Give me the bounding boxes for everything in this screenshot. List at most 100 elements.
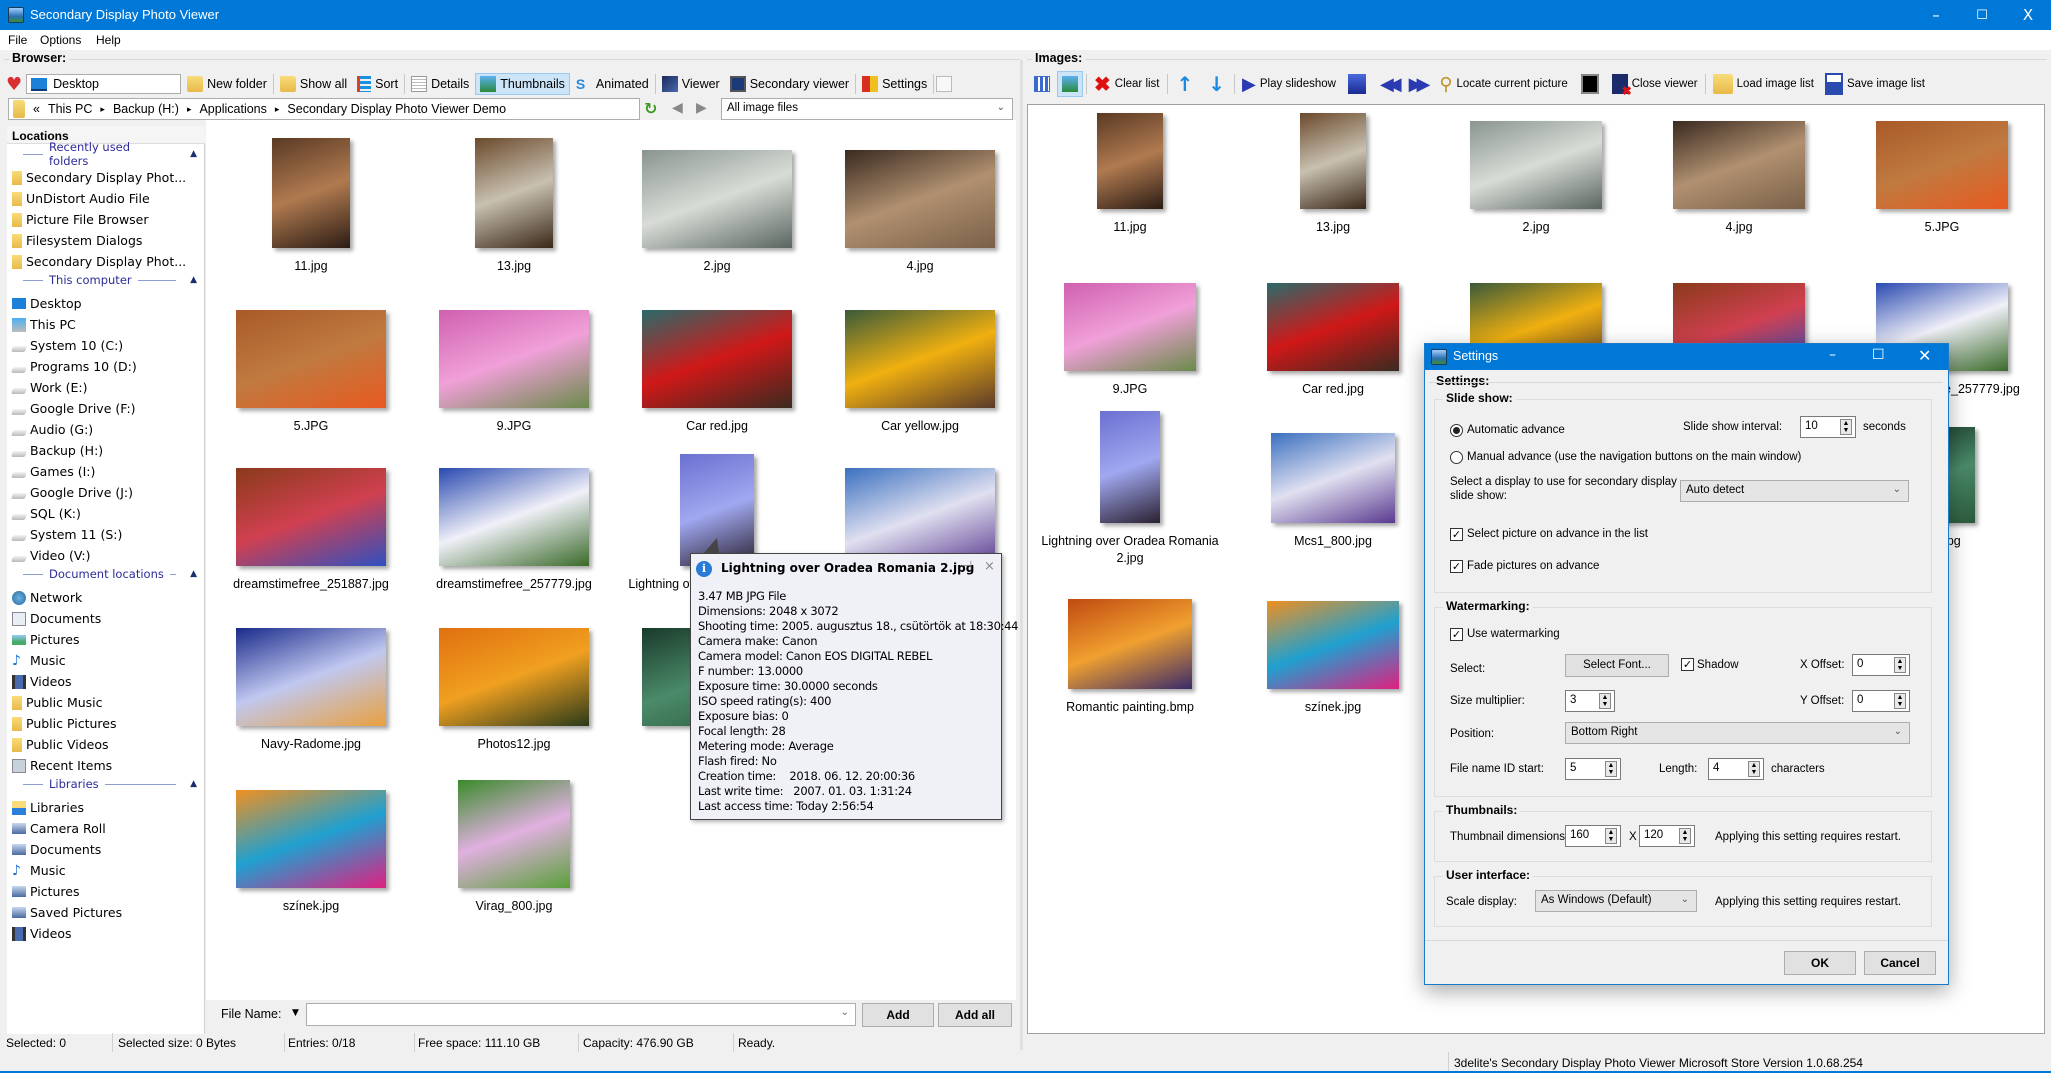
back-arrow-icon[interactable]: ◀ (672, 100, 683, 116)
location-item[interactable]: Public Pictures (12, 713, 116, 734)
thumbnail-image[interactable] (845, 150, 995, 248)
thumbnail-image[interactable] (1267, 283, 1399, 371)
thumbnail-image[interactable] (1876, 121, 2008, 209)
close-viewer-button[interactable]: ✖ Close viewer (1608, 73, 1702, 98)
location-item[interactable]: This PC (12, 314, 76, 335)
locations-section-header[interactable]: Libraries ▲ (17, 776, 197, 792)
details-button[interactable]: Details (407, 73, 473, 95)
location-item[interactable]: Secondary Display Phot... (12, 167, 186, 188)
thumbnail-item[interactable]: Navy-Radome.jpg (211, 608, 411, 753)
minimize-button[interactable]: – (1913, 0, 1959, 30)
thumbnail-image[interactable] (236, 310, 386, 408)
use-watermarking-checkbox[interactable]: ✓ (1450, 628, 1463, 641)
extra-tool-icon[interactable] (936, 76, 953, 92)
move-down-arrow-icon[interactable]: ↓ (1208, 72, 1225, 96)
breadcrumb-separator[interactable]: ▸ (275, 104, 280, 115)
thumbnail-item[interactable]: színek.jpg (211, 770, 411, 915)
location-item[interactable]: Google Drive (J:) (10, 482, 133, 503)
breadcrumb-separator[interactable]: ▸ (100, 104, 105, 115)
favorites-heart-icon[interactable]: ♥ (6, 74, 22, 95)
scale-display-select[interactable]: As Windows (Default) ⌄ (1535, 890, 1697, 912)
locations-section-header[interactable]: This computer ▲ (17, 272, 197, 288)
thumbnail-image[interactable] (236, 790, 386, 888)
file-filter-select[interactable]: All image files ⌄ (721, 98, 1013, 120)
settings-maximize-button[interactable]: ☐ (1872, 347, 1885, 363)
next-icon[interactable]: ▶▶ (1409, 74, 1431, 95)
spin-arrows-icon[interactable]: ▲ ▼ (1605, 761, 1617, 777)
thumbnail-image[interactable] (1271, 433, 1395, 523)
thumbnails-button[interactable]: Thumbnails (475, 73, 570, 95)
thumbnail-image[interactable] (1064, 283, 1196, 371)
location-item[interactable]: Documents (12, 608, 101, 629)
location-item[interactable]: Backup (H:) (10, 440, 103, 461)
add-all-button[interactable]: Add all (938, 1003, 1012, 1027)
thumbnail-image[interactable] (439, 310, 589, 408)
manual-advance-radio[interactable] (1450, 451, 1463, 464)
file-name-input[interactable]: ⌄ (306, 1003, 856, 1026)
settings-button[interactable]: Settings (858, 73, 931, 95)
thumbnail-image[interactable] (458, 780, 570, 888)
sort-button[interactable]: Sort (353, 73, 402, 95)
breadcrumb-current-folder[interactable]: Secondary Display Photo Viewer Demo (287, 102, 506, 116)
location-item[interactable]: Documents (12, 839, 101, 860)
settings-close-button[interactable]: ✕ (1918, 346, 1931, 365)
thumbnail-item[interactable]: 13.jpg (1233, 113, 1433, 236)
chevron-up-icon[interactable]: ▲ (190, 779, 197, 789)
save-image-list-button[interactable]: Save image list (1821, 73, 1929, 95)
thumbnail-item[interactable]: Photos12.jpg (414, 608, 614, 753)
thumbnail-item[interactable]: 11.jpg (211, 130, 411, 275)
location-item[interactable]: Public Videos (12, 734, 109, 755)
thumbnail-image[interactable] (845, 310, 995, 408)
location-item[interactable]: Audio (G:) (10, 419, 93, 440)
viewer-button[interactable]: Viewer (658, 73, 724, 95)
locations-section-header[interactable]: Recently used folders ▲ (17, 140, 197, 168)
location-item[interactable]: Camera Roll (12, 818, 106, 839)
thumbnail-image[interactable] (642, 310, 792, 408)
location-item[interactable]: Programs 10 (D:) (10, 356, 137, 377)
length-spinner[interactable]: 4 ▲ ▼ (1708, 758, 1764, 780)
chevron-up-icon[interactable]: ▲ (190, 569, 197, 579)
secondary-viewer-button[interactable]: Secondary viewer (726, 73, 853, 95)
thumbnail-image[interactable] (236, 628, 386, 726)
location-item[interactable]: Libraries (12, 797, 84, 818)
locate-current-picture-button[interactable]: ⚲ Locate current picture (1435, 73, 1571, 95)
location-item[interactable]: Saved Pictures (12, 902, 122, 923)
thumbnail-item[interactable]: 13.jpg (414, 130, 614, 275)
thumbnail-image[interactable] (1300, 113, 1366, 209)
location-item[interactable]: Recent Items (12, 755, 112, 776)
thumbnail-item[interactable]: Car red.jpg (1233, 275, 1433, 398)
breadcrumb-overflow[interactable]: « (33, 102, 40, 116)
thumbnail-image[interactable] (272, 138, 350, 248)
settings-minimize-button[interactable]: – (1829, 347, 1836, 363)
spin-arrows-icon[interactable]: ▲ ▼ (1605, 828, 1617, 844)
thumbnail-item[interactable]: 9.JPG (414, 290, 614, 435)
thumbnail-item[interactable]: Romantic painting.bmp (1030, 593, 1230, 716)
location-item[interactable]: Videos (12, 923, 72, 944)
spin-arrows-icon[interactable]: ▲ ▼ (1679, 828, 1691, 844)
breadcrumb[interactable]: « This PC ▸ Backup (H:) ▸ Applications ▸… (8, 98, 640, 120)
location-item[interactable]: Video (V:) (10, 545, 91, 566)
close-button[interactable]: X (2005, 0, 2051, 30)
thumbnail-item[interactable]: 5.JPG (1842, 113, 2042, 236)
menu-help[interactable]: Help (96, 33, 121, 47)
thumbnail-image[interactable] (439, 468, 589, 566)
thumbnail-image[interactable] (1097, 113, 1163, 209)
location-item[interactable]: Work (E:) (10, 377, 88, 398)
thumbnail-image[interactable] (1267, 601, 1399, 689)
breadcrumb-applications[interactable]: Applications (199, 102, 266, 116)
menu-file[interactable]: File (8, 33, 27, 47)
thumbnail-image[interactable] (1470, 121, 1602, 209)
close-icon[interactable]: × (984, 559, 995, 574)
automatic-advance-radio[interactable] (1450, 424, 1463, 437)
thumbnail-item[interactable]: színek.jpg (1233, 593, 1433, 716)
new-folder-button[interactable]: New folder (183, 73, 271, 95)
pin-icon[interactable]: ⊣ (961, 559, 972, 574)
forward-arrow-icon[interactable]: ▶ (696, 100, 707, 116)
stop-icon[interactable] (1347, 74, 1366, 94)
location-field[interactable]: Desktop (26, 74, 182, 94)
cancel-button[interactable]: Cancel (1864, 951, 1936, 975)
thumbnail-item[interactable]: 4.jpg (820, 130, 1020, 275)
load-image-list-button[interactable]: Load image list (1709, 73, 1818, 95)
thumbnail-image[interactable] (439, 628, 589, 726)
play-slideshow-button[interactable]: ▶ Play slideshow (1238, 73, 1340, 95)
